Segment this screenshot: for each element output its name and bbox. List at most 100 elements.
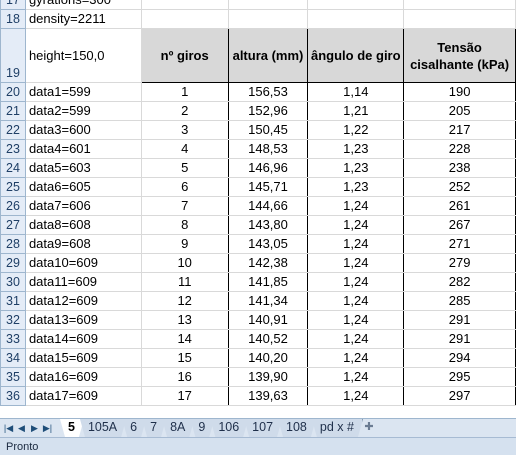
sheet-tab[interactable]: pd x # <box>312 419 363 437</box>
giros-cell[interactable]: 11 <box>140 272 229 292</box>
cell[interactable] <box>140 9 229 29</box>
altura-cell[interactable]: 148,53 <box>227 139 309 159</box>
angulo-cell[interactable]: 1,14 <box>307 82 405 102</box>
giros-cell[interactable]: 2 <box>140 101 229 121</box>
angulo-cell[interactable]: 1,24 <box>307 291 405 311</box>
column-header-cell[interactable]: ângulo de giro <box>307 28 405 83</box>
cell[interactable] <box>140 0 229 10</box>
row-header[interactable]: 22 <box>0 120 26 140</box>
row-header[interactable]: 23 <box>0 139 26 159</box>
cell[interactable] <box>403 9 516 29</box>
giros-cell[interactable]: 13 <box>140 310 229 330</box>
column-header-cell[interactable]: Tensão cisalhante (kPa) <box>403 28 516 83</box>
sheet-tab[interactable]: 6 <box>122 419 146 437</box>
tensao-cell[interactable]: 291 <box>403 329 516 349</box>
tensao-cell[interactable]: 297 <box>403 386 516 406</box>
angulo-cell[interactable]: 1,22 <box>307 120 405 140</box>
altura-cell[interactable]: 139,63 <box>227 386 309 406</box>
sheet-tab[interactable]: 108 <box>278 419 316 437</box>
last-sheet-icon[interactable]: ▶| <box>41 420 54 436</box>
sheet-tab[interactable]: 9 <box>190 419 214 437</box>
first-sheet-icon[interactable]: |◀ <box>2 420 15 436</box>
row-header[interactable]: 32 <box>0 310 26 330</box>
angulo-cell[interactable]: 1,24 <box>307 348 405 368</box>
angulo-cell[interactable]: 1,21 <box>307 101 405 121</box>
cell[interactable]: density=2211 <box>24 9 142 29</box>
tensao-cell[interactable]: 282 <box>403 272 516 292</box>
tensao-cell[interactable]: 190 <box>403 82 516 102</box>
sheet-tab[interactable]: 105A <box>80 419 126 437</box>
altura-cell[interactable]: 140,91 <box>227 310 309 330</box>
prev-sheet-icon[interactable]: ◀ <box>15 420 28 436</box>
altura-cell[interactable]: 143,05 <box>227 234 309 254</box>
giros-cell[interactable]: 8 <box>140 215 229 235</box>
row-header[interactable]: 21 <box>0 101 26 121</box>
row-header[interactable]: 36 <box>0 386 26 406</box>
label-cell[interactable]: data5=603 <box>24 158 142 178</box>
tensao-cell[interactable]: 271 <box>403 234 516 254</box>
label-cell[interactable]: data11=609 <box>24 272 142 292</box>
sheet-tab[interactable]: 5 <box>60 419 84 437</box>
row-header[interactable]: 18 <box>0 9 26 29</box>
angulo-cell[interactable]: 1,24 <box>307 310 405 330</box>
row-header[interactable]: 24 <box>0 158 26 178</box>
angulo-cell[interactable]: 1,24 <box>307 215 405 235</box>
angulo-cell[interactable]: 1,23 <box>307 177 405 197</box>
sheet-tab[interactable]: 106 <box>210 419 248 437</box>
altura-cell[interactable]: 141,85 <box>227 272 309 292</box>
giros-cell[interactable]: 10 <box>140 253 229 273</box>
row-header[interactable]: 35 <box>0 367 26 387</box>
row-header[interactable]: 30 <box>0 272 26 292</box>
cell[interactable]: height=150,0 <box>24 28 142 83</box>
tensao-cell[interactable]: 267 <box>403 215 516 235</box>
giros-cell[interactable]: 6 <box>140 177 229 197</box>
altura-cell[interactable]: 141,34 <box>227 291 309 311</box>
row-header[interactable]: 31 <box>0 291 26 311</box>
label-cell[interactable]: data3=600 <box>24 120 142 140</box>
label-cell[interactable]: data1=599 <box>24 82 142 102</box>
label-cell[interactable]: data6=605 <box>24 177 142 197</box>
label-cell[interactable]: data2=599 <box>24 101 142 121</box>
cell[interactable]: gyrations=300 <box>24 0 142 10</box>
column-header-cell[interactable]: altura (mm) <box>227 28 309 83</box>
giros-cell[interactable]: 5 <box>140 158 229 178</box>
giros-cell[interactable]: 3 <box>140 120 229 140</box>
altura-cell[interactable]: 140,52 <box>227 329 309 349</box>
altura-cell[interactable]: 146,96 <box>227 158 309 178</box>
altura-cell[interactable]: 150,45 <box>227 120 309 140</box>
giros-cell[interactable]: 16 <box>140 367 229 387</box>
label-cell[interactable]: data15=609 <box>24 348 142 368</box>
angulo-cell[interactable]: 1,24 <box>307 234 405 254</box>
tensao-cell[interactable]: 228 <box>403 139 516 159</box>
angulo-cell[interactable]: 1,24 <box>307 272 405 292</box>
angulo-cell[interactable]: 1,23 <box>307 158 405 178</box>
giros-cell[interactable]: 1 <box>140 82 229 102</box>
angulo-cell[interactable]: 1,24 <box>307 367 405 387</box>
altura-cell[interactable]: 143,80 <box>227 215 309 235</box>
tensao-cell[interactable]: 238 <box>403 158 516 178</box>
label-cell[interactable]: data7=606 <box>24 196 142 216</box>
row-header[interactable]: 17 <box>0 0 26 10</box>
row-header[interactable]: 29 <box>0 253 26 273</box>
tensao-cell[interactable]: 295 <box>403 367 516 387</box>
angulo-cell[interactable]: 1,24 <box>307 253 405 273</box>
row-header[interactable]: 19 <box>0 28 26 83</box>
sheet-tab[interactable]: 8A <box>162 419 194 437</box>
tensao-cell[interactable]: 261 <box>403 196 516 216</box>
tensao-cell[interactable]: 279 <box>403 253 516 273</box>
altura-cell[interactable]: 152,96 <box>227 101 309 121</box>
row-header[interactable]: 25 <box>0 177 26 197</box>
label-cell[interactable]: data8=608 <box>24 215 142 235</box>
cell[interactable] <box>307 9 405 29</box>
label-cell[interactable]: data10=609 <box>24 253 142 273</box>
row-header[interactable]: 27 <box>0 215 26 235</box>
angulo-cell[interactable]: 1,23 <box>307 139 405 159</box>
cell[interactable] <box>227 0 309 10</box>
cell[interactable] <box>307 0 405 10</box>
row-header[interactable]: 34 <box>0 348 26 368</box>
giros-cell[interactable]: 12 <box>140 291 229 311</box>
altura-cell[interactable]: 144,66 <box>227 196 309 216</box>
giros-cell[interactable]: 14 <box>140 329 229 349</box>
altura-cell[interactable]: 140,20 <box>227 348 309 368</box>
row-header[interactable]: 33 <box>0 329 26 349</box>
